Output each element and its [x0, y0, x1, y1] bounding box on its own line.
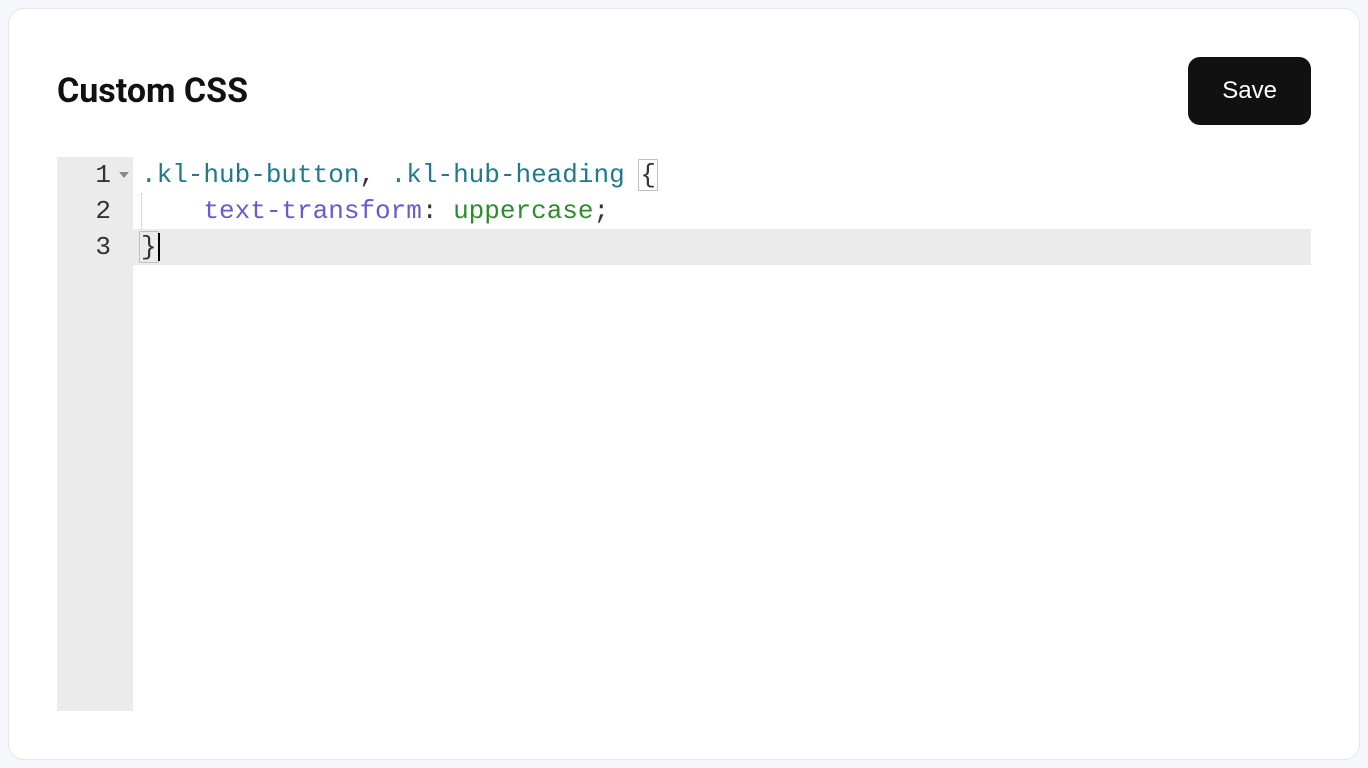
- gutter-line: 2: [57, 193, 133, 229]
- code-line[interactable]: }: [133, 229, 1311, 265]
- custom-css-card: Custom CSS Save 123 .kl-hub-button, .kl-…: [8, 8, 1360, 760]
- gutter-line: 1: [57, 157, 133, 193]
- code-token: uppercase: [453, 196, 593, 226]
- code-token: ;: [594, 196, 610, 226]
- code-line[interactable]: text-transform: uppercase;: [133, 193, 1311, 229]
- editor-code-area[interactable]: .kl-hub-button, .kl-hub-heading { text-t…: [133, 157, 1311, 711]
- code-token: .kl-hub-heading: [391, 160, 625, 190]
- text-cursor: [158, 233, 160, 261]
- code-token: {: [638, 159, 658, 191]
- gutter-line: 3: [57, 229, 133, 265]
- code-token: :: [422, 196, 438, 226]
- card-header: Custom CSS Save: [57, 57, 1311, 125]
- editor-gutter: 123: [57, 157, 133, 711]
- code-token: ,: [359, 160, 375, 190]
- css-editor[interactable]: 123 .kl-hub-button, .kl-hub-heading { te…: [57, 157, 1311, 711]
- fold-marker-icon[interactable]: [119, 172, 129, 178]
- page-title: Custom CSS: [57, 71, 248, 111]
- code-token: [375, 160, 391, 190]
- code-token: [437, 196, 453, 226]
- code-token: [141, 196, 203, 226]
- code-token: text-transform: [203, 196, 421, 226]
- code-token: }: [139, 231, 159, 263]
- code-token: .kl-hub-button: [141, 160, 359, 190]
- code-line[interactable]: .kl-hub-button, .kl-hub-heading {: [133, 157, 1311, 193]
- indent-guide: [141, 193, 142, 229]
- save-button[interactable]: Save: [1188, 57, 1311, 125]
